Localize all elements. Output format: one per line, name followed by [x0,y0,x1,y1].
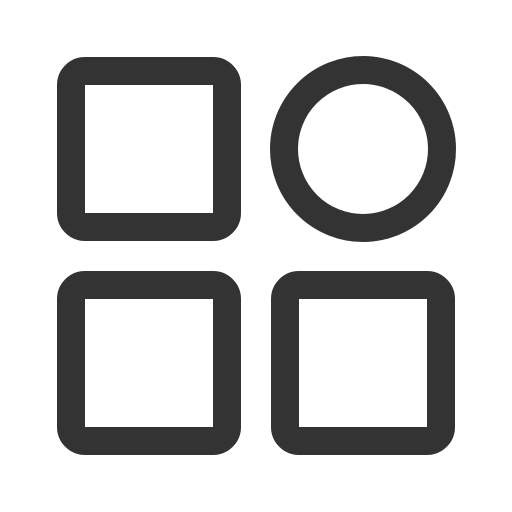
bottom-right-square-shape [271,271,455,455]
apps-grid-icon [57,56,456,455]
top-left-square-shape [57,57,241,241]
bottom-left-square-shape [57,271,241,455]
top-right-circle-shape [270,56,456,242]
icon-canvas [0,0,512,512]
